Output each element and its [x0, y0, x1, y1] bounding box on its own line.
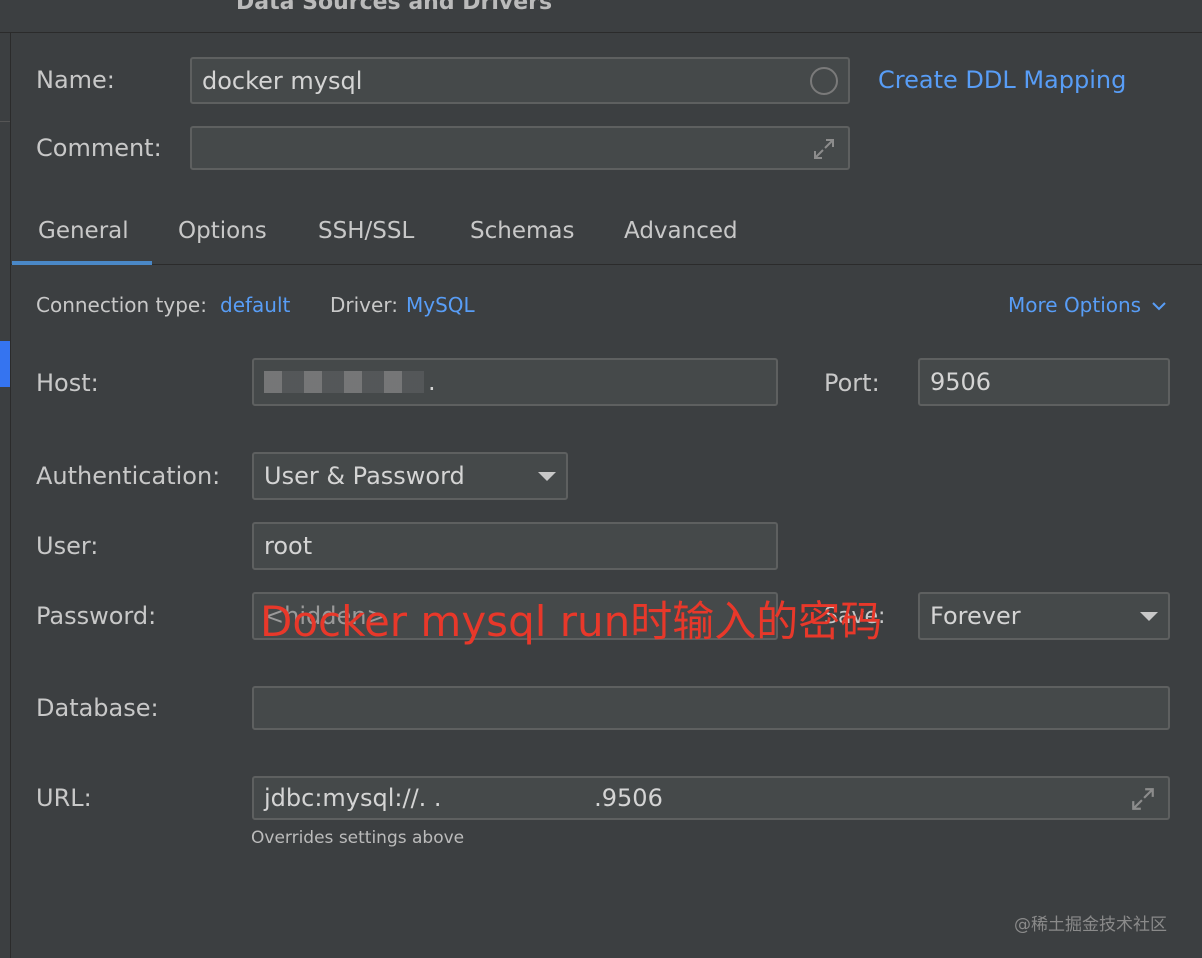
password-label: Password:: [36, 602, 157, 630]
title-bar: [0, 0, 1202, 33]
chevron-down-icon: [1152, 302, 1167, 311]
watermark: @稀土掘金技术社区: [1014, 915, 1167, 935]
database-label: Database:: [36, 694, 159, 722]
url-hint: Overrides settings above: [251, 828, 465, 848]
comment-label: Comment:: [36, 134, 162, 162]
expand-icon[interactable]: [812, 137, 836, 161]
driver-link[interactable]: MySQL: [406, 293, 475, 317]
create-ddl-mapping-link[interactable]: Create DDL Mapping: [878, 66, 1126, 94]
port-input[interactable]: 9506: [918, 358, 1170, 406]
name-input[interactable]: docker mysql: [190, 57, 850, 104]
tab-general[interactable]: General: [38, 218, 129, 244]
annotation-text: Docker mysql run时输入的密码: [260, 597, 883, 646]
selected-item-indicator: [0, 341, 10, 387]
window-title: Data Sources and Drivers: [236, 0, 553, 15]
authentication-select-value: User & Password: [264, 462, 465, 490]
circle-status-icon[interactable]: [810, 67, 838, 95]
authentication-label: Authentication:: [36, 462, 221, 490]
save-select[interactable]: Forever: [918, 592, 1170, 640]
driver-label: Driver:: [330, 293, 398, 317]
tab-schemas[interactable]: Schemas: [470, 218, 574, 244]
redacted-host-block: [264, 371, 424, 393]
user-input-value: root: [264, 532, 313, 560]
tab-options[interactable]: Options: [178, 218, 267, 244]
tab-advanced[interactable]: Advanced: [624, 218, 738, 244]
connection-type-label: Connection type:: [36, 293, 207, 317]
active-tab-indicator: [12, 261, 152, 265]
host-input[interactable]: .: [252, 358, 778, 406]
expand-icon[interactable]: [1130, 786, 1156, 812]
comment-input[interactable]: [190, 126, 850, 170]
more-options-label: More Options: [1008, 293, 1142, 317]
save-select-value: Forever: [930, 602, 1021, 630]
database-input[interactable]: [252, 686, 1170, 730]
host-label: Host:: [36, 369, 99, 397]
url-label: URL:: [36, 784, 92, 812]
left-panel-edge: [0, 33, 11, 958]
name-input-value: docker mysql: [202, 66, 363, 95]
tabs-divider: [10, 264, 1202, 265]
connection-type-link[interactable]: default: [220, 293, 290, 317]
name-label: Name:: [36, 66, 115, 94]
dropdown-caret-icon: [1140, 611, 1158, 621]
url-input[interactable]: jdbc:mysql://. . .9506: [252, 776, 1170, 820]
more-options-link[interactable]: More Options: [1008, 293, 1167, 317]
user-label: User:: [36, 532, 99, 560]
user-input[interactable]: root: [252, 522, 778, 570]
tab-ssh-ssl[interactable]: SSH/SSL: [318, 218, 414, 244]
divider: [0, 121, 10, 122]
url-input-value: jdbc:mysql://. . .9506: [264, 784, 663, 812]
dropdown-caret-icon: [538, 471, 556, 481]
authentication-select[interactable]: User & Password: [252, 452, 568, 500]
port-input-value: 9506: [930, 368, 992, 396]
host-input-value: .: [428, 368, 436, 396]
port-label: Port:: [824, 369, 880, 397]
